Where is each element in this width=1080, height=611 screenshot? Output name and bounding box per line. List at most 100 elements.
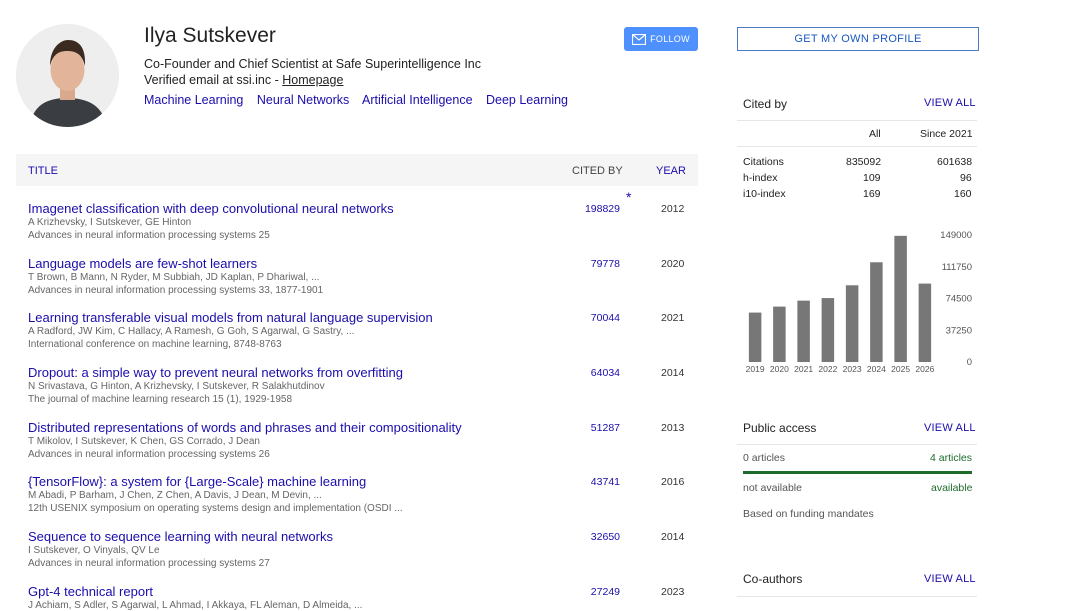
mail-icon <box>632 33 647 45</box>
public-access-bar-fill <box>743 471 972 474</box>
interest-artificial-intelligence[interactable]: Artificial Intelligence <box>362 93 472 107</box>
article-authors: M Abadi, P Barham, J Chen, Z Chen, A Dav… <box>28 490 322 501</box>
chart-bar-2024[interactable] <box>870 262 883 362</box>
chart-bar-2026[interactable] <box>918 283 932 362</box>
article-title[interactable]: Dropout: a simple way to prevent neural … <box>28 365 403 380</box>
table-row: {TensorFlow}: a system for {Large-Scale}… <box>16 474 698 528</box>
x-tick-label: 2020 <box>770 364 789 374</box>
article-year: 2021 <box>661 312 685 324</box>
follow-button[interactable]: FOLLOW <box>624 27 698 51</box>
chart-bar-2022[interactable] <box>821 298 835 362</box>
article-venue: Advances in neural information processin… <box>28 449 270 460</box>
article-title[interactable]: Gpt-4 technical report <box>28 584 153 599</box>
col-since-header: Since 2021 <box>920 128 973 140</box>
article-title[interactable]: Distributed representations of words and… <box>28 420 462 435</box>
x-tick-label: 2019 <box>746 364 765 374</box>
article-cited-by[interactable]: 64034 <box>560 367 620 379</box>
profile-name: Ilya Sutskever <box>144 24 276 47</box>
x-tick-label: 2025 <box>891 364 910 374</box>
article-cited-by[interactable]: 70044 <box>560 312 620 324</box>
stat-since: 160 <box>954 188 972 200</box>
table-row: Learning transferable visual models from… <box>16 310 698 364</box>
x-tick-label: 2022 <box>818 364 837 374</box>
chart-bar-2025[interactable] <box>894 235 907 362</box>
table-row: Dropout: a simple way to prevent neural … <box>16 365 698 419</box>
col-all-header: All <box>869 128 881 140</box>
article-year: 2016 <box>661 476 685 488</box>
divider <box>737 146 977 147</box>
y-tick-label: 37250 <box>946 325 972 336</box>
cited-by-view-all-link[interactable]: VIEW ALL <box>924 97 976 109</box>
article-venue: Advances in neural information processin… <box>28 285 324 296</box>
profile-email: Verified email at ssi.inc - Homepage <box>144 73 343 87</box>
interest-machine-learning[interactable]: Machine Learning <box>144 93 243 107</box>
chart-bar-2021[interactable] <box>797 300 810 362</box>
article-year: 2012 <box>661 203 685 215</box>
research-interests: Machine Learning Neural Networks Artific… <box>144 93 578 107</box>
article-venue: Advances in neural information processin… <box>28 230 270 241</box>
email-text: Verified email at ssi.inc - <box>144 73 283 87</box>
article-year: 2014 <box>661 367 685 379</box>
stat-all: 835092 <box>846 156 882 168</box>
year-column-header[interactable]: YEAR <box>656 165 686 177</box>
divider <box>737 596 977 597</box>
table-row: Language models are few-shot learners T … <box>16 256 698 310</box>
stat-all: 109 <box>863 172 881 184</box>
interest-neural-networks[interactable]: Neural Networks <box>257 93 349 107</box>
available-count: 4 articles <box>930 452 973 464</box>
public-access-view-all-link[interactable]: VIEW ALL <box>924 422 976 434</box>
article-cited-by[interactable]: 32650 <box>560 531 620 543</box>
profile-affiliation: Co-Founder and Chief Scientist at Safe S… <box>144 57 481 71</box>
not-available-label: not available <box>743 482 802 494</box>
chart-bar-2020[interactable] <box>773 306 786 362</box>
article-cited-by[interactable]: 27249 <box>560 586 620 598</box>
article-title[interactable]: {TensorFlow}: a system for {Large-Scale}… <box>28 474 366 489</box>
stat-all: 169 <box>863 188 881 200</box>
articles-table-header: TITLE CITED BY YEAR <box>16 154 698 186</box>
title-column-header[interactable]: TITLE <box>28 165 58 177</box>
avatar-image <box>16 24 119 127</box>
article-authors: T Brown, B Mann, N Ryder, M Subbiah, JD … <box>28 272 320 283</box>
chart-bar-2023[interactable] <box>845 285 859 362</box>
article-venue: The journal of machine learning research… <box>28 394 293 405</box>
article-authors: I Sutskever, O Vinyals, QV Le <box>28 545 160 556</box>
homepage-link[interactable]: Homepage <box>282 73 343 87</box>
article-title[interactable]: Sequence to sequence learning with neura… <box>28 529 333 544</box>
y-tick-label: 74500 <box>946 294 972 305</box>
article-cited-by[interactable]: 79778 <box>560 258 620 270</box>
divider <box>737 444 977 445</box>
public-access-bar <box>743 471 972 474</box>
star-marker: * <box>626 189 632 205</box>
article-venue: Advances in neural information processin… <box>28 558 270 569</box>
table-row: Imagenet classification with deep convol… <box>16 189 698 255</box>
interest-deep-learning[interactable]: Deep Learning <box>486 93 568 107</box>
stat-label: Citations <box>743 156 784 168</box>
article-title[interactable]: Imagenet classification with deep convol… <box>28 201 394 216</box>
article-cited-by[interactable]: 198829 <box>560 203 620 215</box>
co-authors-heading: Co-authors <box>743 572 803 586</box>
citations-per-year-chart: 2019 2020 2021 2022 2023 2024 2025 2026 149000 11… <box>746 230 972 374</box>
article-authors: A Krizhevsky, I Sutskever, GE Hinton <box>28 217 192 228</box>
article-cited-by[interactable]: 43741 <box>560 476 620 488</box>
article-authors: T Mikolov, I Sutskever, K Chen, GS Corra… <box>28 436 260 447</box>
article-title[interactable]: Language models are few-shot learners <box>28 256 257 271</box>
stat-since: 96 <box>960 172 972 184</box>
co-authors-view-all-link[interactable]: VIEW ALL <box>924 573 976 585</box>
follow-label: FOLLOW <box>650 34 690 44</box>
available-label: available <box>931 482 973 494</box>
x-tick-label: 2024 <box>867 364 886 374</box>
chart-bar-2019[interactable] <box>748 312 762 362</box>
funding-mandates-note: Based on funding mandates <box>743 508 874 520</box>
profile-photo <box>16 24 119 127</box>
article-authors: J Achiam, S Adler, S Agarwal, L Ahmad, I… <box>28 600 363 611</box>
article-cited-by[interactable]: 51287 <box>560 422 620 434</box>
get-my-own-profile-button[interactable]: GET MY OWN PROFILE <box>737 27 979 51</box>
article-authors: N Srivastava, G Hinton, A Krizhevsky, I … <box>28 381 325 392</box>
cited-by-column-header: CITED BY <box>572 165 623 177</box>
article-title[interactable]: Learning transferable visual models from… <box>28 310 433 325</box>
y-tick-label: 111750 <box>942 262 972 273</box>
table-row: Sequence to sequence learning with neura… <box>16 529 698 583</box>
article-year: 2023 <box>661 586 685 598</box>
divider <box>737 120 977 121</box>
stat-label: h-index <box>743 172 778 184</box>
